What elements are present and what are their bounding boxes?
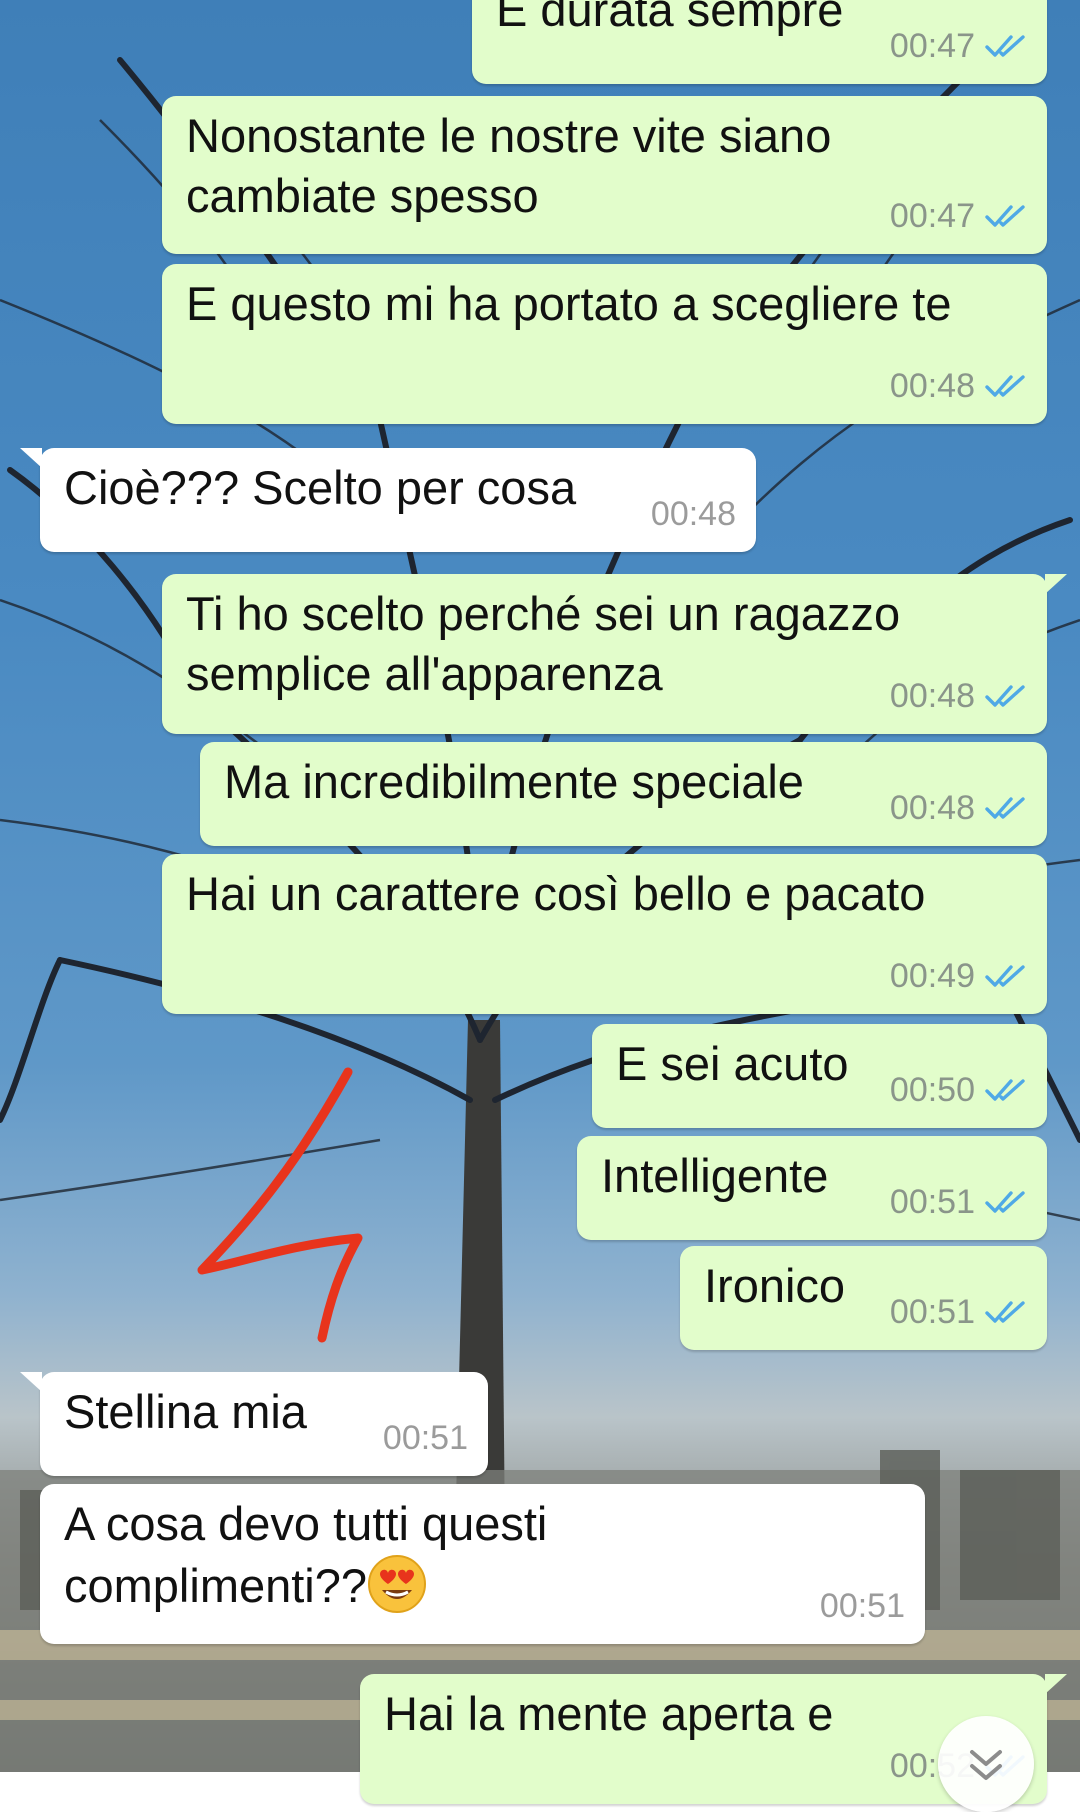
outgoing-message[interactable]: Ironico 00:51 bbox=[680, 1246, 1047, 1350]
double-check-icon bbox=[985, 1191, 1025, 1213]
message-timestamp: 00:49 bbox=[889, 957, 975, 995]
bubble-tail bbox=[1045, 1674, 1067, 1694]
message-timestamp: 00:48 bbox=[650, 495, 736, 533]
outgoing-message[interactable]: Intelligente 00:51 bbox=[577, 1136, 1047, 1240]
message-meta: 00:51 bbox=[820, 1576, 905, 1636]
outgoing-message[interactable]: E questo mi ha portato a scegliere te 00:… bbox=[162, 264, 1047, 424]
double-check-icon bbox=[985, 1301, 1025, 1323]
message-timestamp: 00:47 bbox=[889, 27, 975, 65]
message-timestamp: 00:51 bbox=[819, 1587, 905, 1625]
message-timestamp: 00:50 bbox=[889, 1071, 975, 1109]
outgoing-message[interactable]: Ti ho scelto perché sei un ragazzo sempl… bbox=[162, 574, 1067, 734]
message-meta: 00:51 bbox=[383, 1408, 468, 1468]
double-check-icon bbox=[985, 1079, 1025, 1101]
double-check-icon bbox=[985, 205, 1025, 227]
message-meta: 00:48 bbox=[651, 484, 736, 544]
bubble-tail bbox=[1045, 574, 1067, 594]
outgoing-message[interactable]: Nonostante le nostre vite siano cambiate… bbox=[162, 96, 1047, 254]
message-timestamp: 00:48 bbox=[889, 789, 975, 827]
message-meta: 00:49 bbox=[890, 946, 1027, 1006]
outgoing-message[interactable]: Ma incredibilmente speciale 00:48 bbox=[200, 742, 1047, 846]
bubble-tail bbox=[20, 448, 42, 468]
double-check-icon bbox=[985, 797, 1025, 819]
message-meta: 00:51 bbox=[890, 1282, 1027, 1342]
message-text: E questo mi ha portato a scegliere te bbox=[186, 277, 952, 330]
message-meta: 00:50 bbox=[890, 1060, 1027, 1120]
bubble-tail bbox=[20, 1372, 42, 1392]
chevron-double-down-icon bbox=[970, 1750, 1002, 1780]
message-timestamp: 00:51 bbox=[382, 1419, 468, 1457]
double-check-icon bbox=[985, 685, 1025, 707]
message-timestamp: 00:48 bbox=[889, 367, 975, 405]
double-check-icon bbox=[985, 375, 1025, 397]
incoming-message[interactable]: Cioè??? Scelto per cosa 00:48 bbox=[20, 448, 756, 552]
message-meta: 00:47 bbox=[890, 16, 1027, 76]
message-meta: 00:51 bbox=[890, 1172, 1027, 1232]
message-timestamp: 00:51 bbox=[889, 1293, 975, 1331]
message-meta: 00:48 bbox=[890, 778, 1027, 838]
message-timestamp: 00:48 bbox=[889, 677, 975, 715]
smiling-face-with-heart-eyes-icon bbox=[368, 1555, 427, 1613]
message-meta: 00:48 bbox=[890, 666, 1027, 726]
message-text: Hai un carattere così bello e pacato bbox=[186, 867, 926, 920]
scroll-to-bottom-button[interactable] bbox=[938, 1716, 1034, 1812]
red-arrow-annotation bbox=[197, 1067, 363, 1343]
incoming-message[interactable]: Stellina mia 00:51 bbox=[20, 1372, 488, 1476]
message-meta: 00:47 bbox=[890, 186, 1027, 246]
incoming-message[interactable]: A cosa devo tutti questi complimenti?? 0… bbox=[40, 1484, 925, 1644]
message-text: Cioè??? Scelto per cosa bbox=[64, 461, 577, 514]
message-timestamp: 00:51 bbox=[889, 1183, 975, 1221]
outgoing-message[interactable]: Hai un carattere così bello e pacato 00:4… bbox=[162, 854, 1047, 1014]
outgoing-message[interactable]: E sei acuto 00:50 bbox=[592, 1024, 1047, 1128]
double-check-icon bbox=[985, 35, 1025, 57]
message-meta: 00:48 bbox=[890, 356, 1027, 416]
double-check-icon bbox=[985, 965, 1025, 987]
message-text: Hai la mente aperta e bbox=[384, 1687, 834, 1740]
message-text: A cosa devo tutti questi complimenti?? bbox=[64, 1497, 548, 1613]
message-timestamp: 00:47 bbox=[889, 197, 975, 235]
outgoing-message[interactable]: È durata sempre 00:47 bbox=[472, 0, 1047, 84]
